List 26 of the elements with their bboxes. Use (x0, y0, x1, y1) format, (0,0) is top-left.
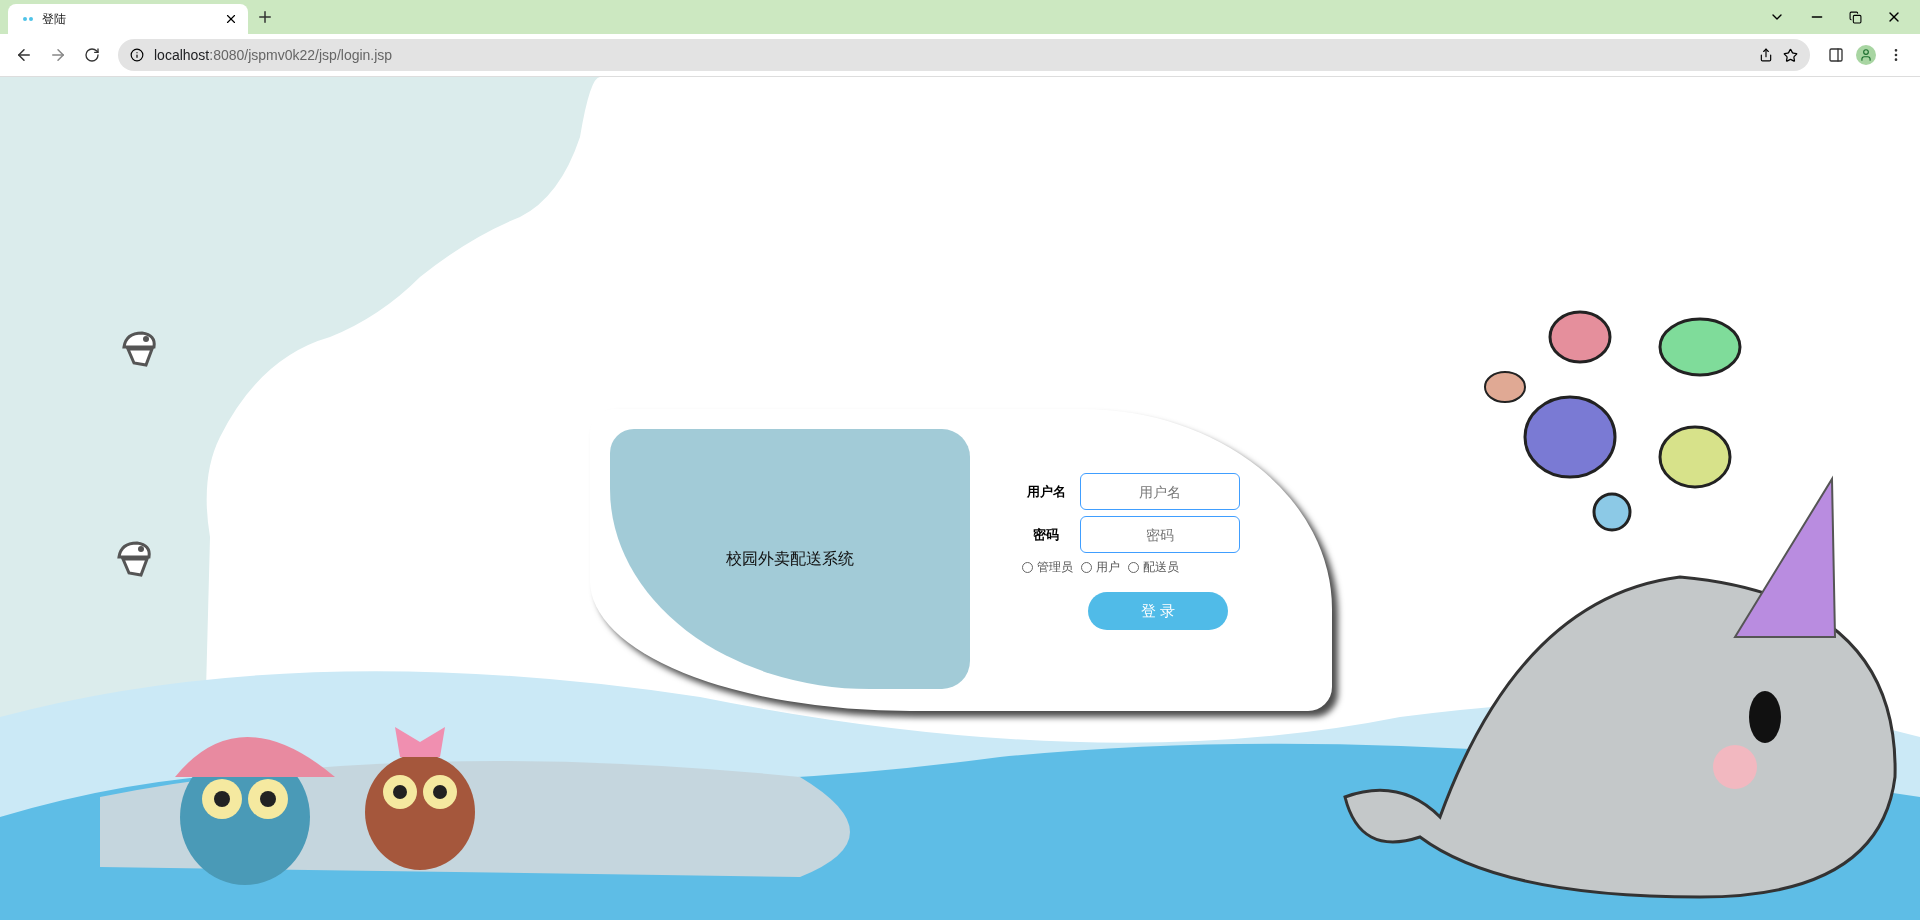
role-radio[interactable] (1022, 562, 1033, 573)
field-label: 用户名 (1025, 482, 1067, 501)
role-label: 管理员 (1037, 559, 1073, 576)
username-field[interactable]: 用户名 (1080, 473, 1240, 510)
field-label: 密码 (1032, 525, 1060, 544)
password-field[interactable]: 密码 (1080, 516, 1240, 553)
url-text: localhost:8080/jspmv0k22/jsp/login.jsp (154, 47, 394, 63)
role-radio[interactable] (1128, 562, 1139, 573)
site-info-icon[interactable] (130, 48, 144, 62)
tab-title: 登陆 (42, 10, 67, 28)
role-radio[interactable] (1081, 562, 1092, 573)
share-icon[interactable] (1759, 48, 1773, 62)
system-title: 校园外卖配送系统 (726, 548, 854, 569)
role-label: 用户 (1096, 559, 1120, 576)
page-favicon-icon (22, 16, 34, 22)
role-label: 配送员 (1143, 559, 1179, 576)
address-bar[interactable]: localhost:8080/jspmv0k22/jsp/login.jsp (118, 39, 1810, 71)
bookmark-star-icon[interactable] (1783, 47, 1798, 63)
reload-icon[interactable] (84, 47, 100, 63)
new-tab-icon[interactable] (256, 8, 274, 26)
forward-arrow-icon[interactable] (49, 46, 67, 64)
restore-icon[interactable] (1849, 10, 1862, 24)
profile-avatar-icon[interactable] (1856, 45, 1876, 65)
side-panel-icon[interactable] (1828, 47, 1844, 63)
browser-tab[interactable]: 登陆 (8, 4, 248, 34)
close-tab-icon[interactable] (224, 12, 238, 26)
